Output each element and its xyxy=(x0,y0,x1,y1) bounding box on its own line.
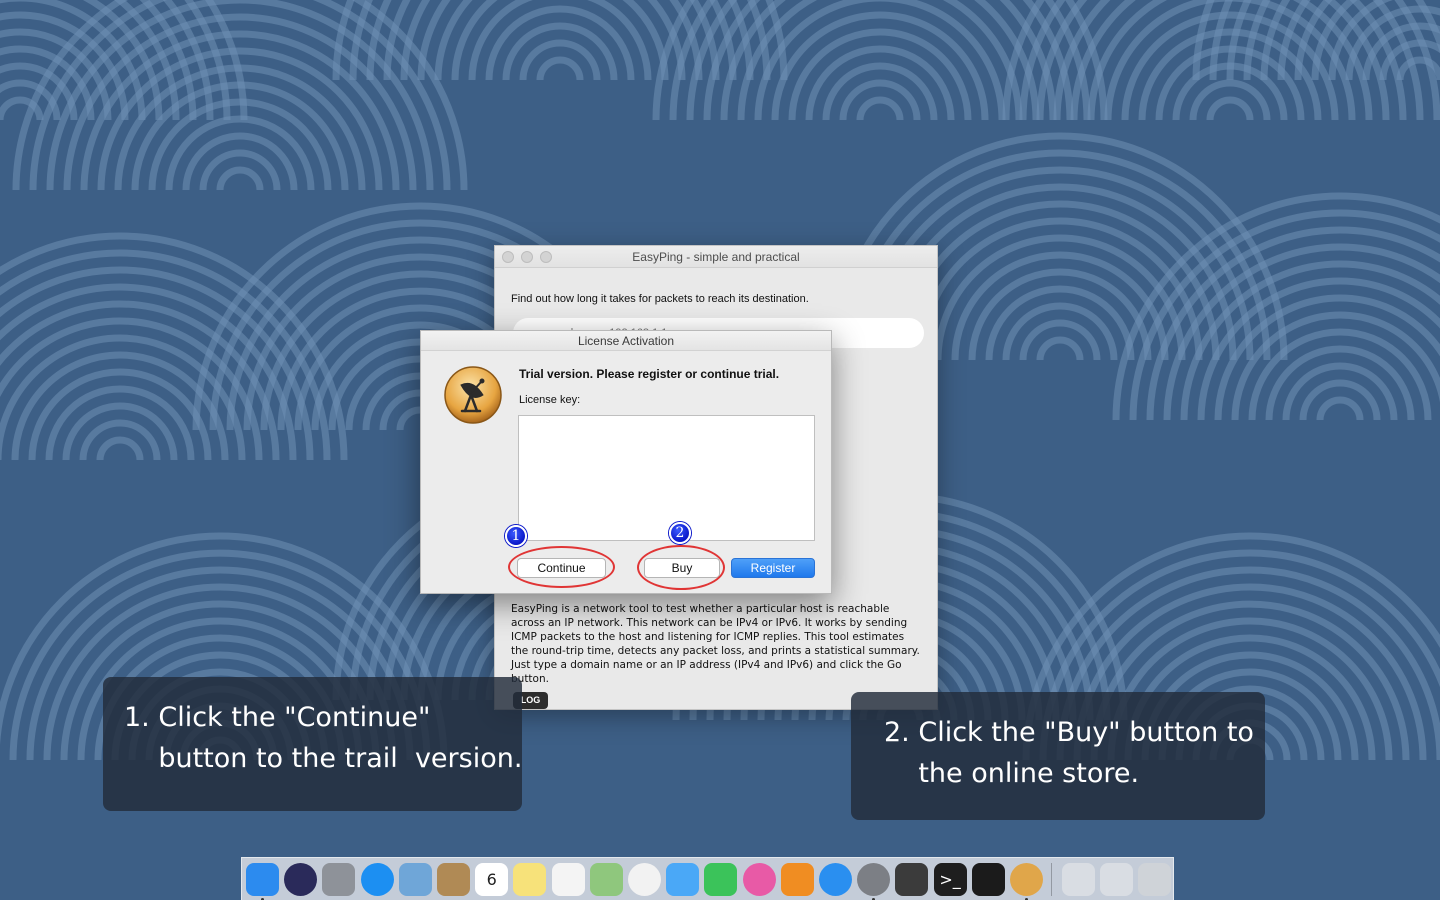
license-activation-dialog: License Activation Trial version. Please… xyxy=(420,330,832,594)
trial-message: Trial version. Please register or contin… xyxy=(519,367,780,381)
buy-instruction-callout: 2. Click the "Buy" button to the online … xyxy=(851,692,1265,820)
app-store-icon[interactable] xyxy=(819,863,852,896)
license-dialog-titlebar: License Activation xyxy=(421,331,831,351)
siri-icon[interactable] xyxy=(284,863,318,896)
sublime-text-icon[interactable] xyxy=(895,863,929,896)
dock-separator xyxy=(1051,863,1052,896)
messages-icon[interactable] xyxy=(666,863,700,896)
finder-icon[interactable] xyxy=(246,863,279,896)
callout-right-line-2: the online store. xyxy=(884,758,1140,789)
description-text: EasyPing is a network tool to test wheth… xyxy=(511,603,920,685)
calendar-icon[interactable]: 6 xyxy=(475,863,509,896)
main-window-title: EasyPing - simple and practical xyxy=(632,250,800,264)
documents-stack-icon[interactable] xyxy=(1100,863,1133,896)
callout-left-line-2: button to the trail version. xyxy=(124,743,523,774)
callout-right-line-1: 2. Click the "Buy" button to xyxy=(884,717,1254,748)
continue-instruction-callout: 1. Click the "Continue" button to the tr… xyxy=(103,677,522,811)
register-button[interactable]: Register xyxy=(731,558,815,578)
step-2-badge: 2 xyxy=(669,522,691,544)
satellite-dish-icon xyxy=(444,366,502,424)
continue-button[interactable]: Continue xyxy=(517,558,606,578)
step-1-badge: 1 xyxy=(505,525,527,547)
terminal-glyph: >_ xyxy=(939,870,961,889)
reminders-icon[interactable] xyxy=(551,863,585,896)
downloads-stack-icon[interactable] xyxy=(1062,863,1095,896)
photos-icon[interactable] xyxy=(628,863,661,896)
activity-monitor-icon[interactable] xyxy=(971,863,1005,896)
system-preferences-icon[interactable] xyxy=(857,863,891,896)
trash-icon[interactable] xyxy=(1138,863,1171,896)
terminal-icon[interactable]: >_ xyxy=(933,863,967,896)
preview-icon[interactable] xyxy=(398,863,432,896)
dock: 6 >_ xyxy=(241,857,1174,900)
license-key-field[interactable] xyxy=(518,415,815,541)
safari-icon[interactable] xyxy=(360,863,394,896)
callout-left-line-1: 1. Click the "Continue" xyxy=(124,702,431,733)
contacts-icon[interactable] xyxy=(437,863,470,896)
easyping-icon[interactable] xyxy=(1010,863,1043,896)
notes-icon[interactable] xyxy=(513,863,547,896)
itunes-icon[interactable] xyxy=(742,863,776,896)
ibooks-icon[interactable] xyxy=(780,863,814,896)
intro-text: Find out how long it takes for packets t… xyxy=(511,293,809,305)
buy-button[interactable]: Buy xyxy=(644,558,720,578)
license-key-label: License key: xyxy=(519,394,581,406)
calendar-glyph: 6 xyxy=(486,870,497,889)
main-window-titlebar[interactable]: EasyPing - simple and practical xyxy=(495,246,937,268)
maps-icon[interactable] xyxy=(589,863,623,896)
license-dialog-title: License Activation xyxy=(577,334,675,348)
facetime-icon[interactable] xyxy=(704,863,738,896)
launchpad-icon[interactable] xyxy=(322,863,356,896)
